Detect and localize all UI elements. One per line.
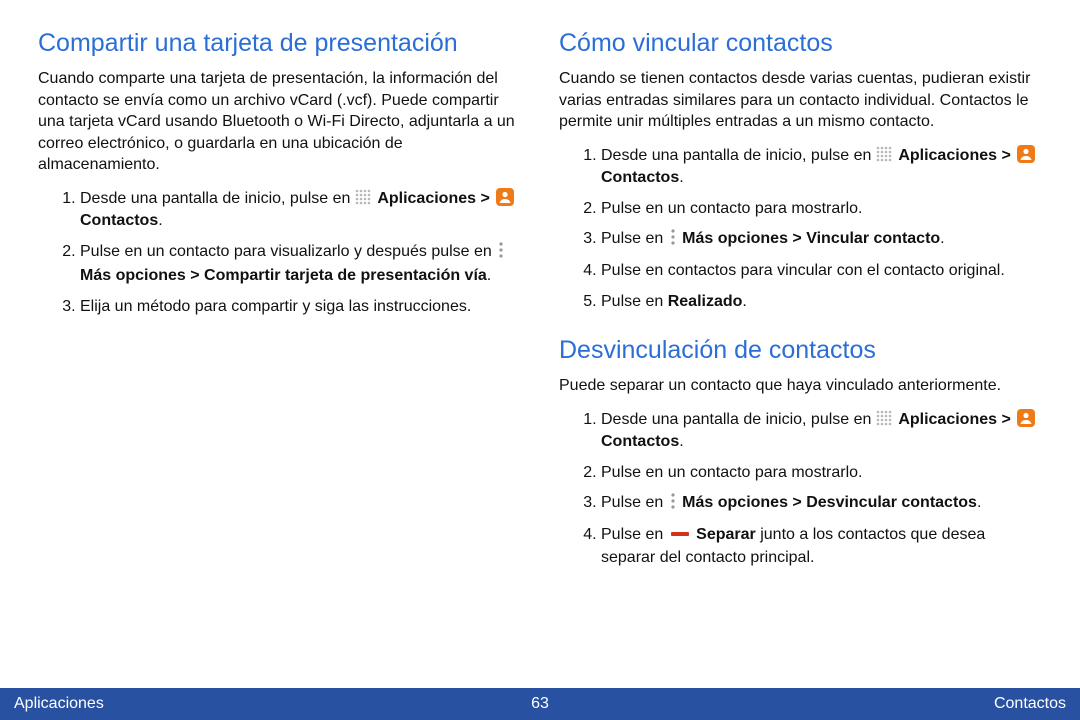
list-item: Pulse en Separar junto a los contactos q… bbox=[601, 524, 1042, 569]
step-text: Pulse en bbox=[601, 494, 668, 511]
bold-separate: Separar bbox=[696, 526, 756, 543]
contacts-icon bbox=[1017, 145, 1035, 163]
step-text: Desde una pantalla de inicio, pulse en bbox=[601, 411, 876, 428]
list-item: Pulse en un contacto para mostrarlo. bbox=[601, 198, 1042, 220]
list-item: Desde una pantalla de inicio, pulse en A… bbox=[80, 188, 521, 233]
list-item: Pulse en un contacto para mostrarlo. bbox=[601, 462, 1042, 484]
more-options-icon bbox=[498, 242, 504, 265]
apps-grid-icon bbox=[876, 410, 892, 426]
steps-unlink-contacts: Desde una pantalla de inicio, pulse en A… bbox=[559, 409, 1042, 569]
step-text: Desde una pantalla de inicio, pulse en bbox=[601, 147, 876, 164]
right-column: Cómo vincular contactos Cuando se tienen… bbox=[559, 28, 1042, 680]
bold-path: Más opciones > Compartir tarjeta de pres… bbox=[80, 267, 487, 284]
bold-path: Más opciones > Vincular contacto bbox=[682, 230, 940, 247]
heading-unlink-contacts: Desvinculación de contactos bbox=[559, 335, 1042, 365]
more-options-icon bbox=[670, 229, 676, 252]
step-text: Pulse en bbox=[601, 526, 668, 543]
list-item: Pulse en un contacto para visualizarlo y… bbox=[80, 241, 521, 288]
list-item: Desde una pantalla de inicio, pulse en A… bbox=[601, 409, 1042, 454]
period-text: . bbox=[679, 169, 683, 186]
list-item: Elija un método para compartir y siga la… bbox=[80, 296, 521, 318]
list-item: Pulse en Realizado. bbox=[601, 291, 1042, 313]
apps-grid-icon bbox=[876, 146, 892, 162]
footer-topic-label: Contactos bbox=[715, 695, 1066, 713]
contacts-label: Contactos bbox=[601, 433, 679, 450]
step-text: Desde una pantalla de inicio, pulse en bbox=[80, 190, 355, 207]
steps-link-contacts: Desde una pantalla de inicio, pulse en A… bbox=[559, 145, 1042, 313]
period-text: . bbox=[940, 230, 944, 247]
apps-label: Aplicaciones > bbox=[377, 190, 494, 207]
left-column: Compartir una tarjeta de presentación Cu… bbox=[38, 28, 521, 680]
step-text: Pulse en bbox=[601, 293, 668, 310]
period-text: . bbox=[487, 267, 491, 284]
period-text: . bbox=[977, 494, 981, 511]
contacts-icon bbox=[496, 188, 514, 206]
step-text: Pulse en un contacto para visualizarlo y… bbox=[80, 243, 496, 260]
intro-unlink-contacts: Puede separar un contacto que haya vincu… bbox=[559, 375, 1042, 397]
minus-icon bbox=[671, 532, 689, 536]
period-text: . bbox=[742, 293, 746, 310]
heading-link-contacts: Cómo vincular contactos bbox=[559, 28, 1042, 58]
apps-grid-icon bbox=[355, 189, 371, 205]
list-item: Pulse en contactos para vincular con el … bbox=[601, 260, 1042, 282]
intro-link-contacts: Cuando se tienen contactos desde varias … bbox=[559, 68, 1042, 133]
contacts-label: Contactos bbox=[601, 169, 679, 186]
list-item: Pulse en Más opciones > Vincular contact… bbox=[601, 228, 1042, 252]
page-number: 63 bbox=[365, 695, 716, 713]
period-text: . bbox=[679, 433, 683, 450]
bold-path: Más opciones > Desvincular contactos bbox=[682, 494, 977, 511]
heading-share-card: Compartir una tarjeta de presentación bbox=[38, 28, 521, 58]
period-text: . bbox=[158, 212, 162, 229]
list-item: Desde una pantalla de inicio, pulse en A… bbox=[601, 145, 1042, 190]
steps-share-card: Desde una pantalla de inicio, pulse en A… bbox=[38, 188, 521, 318]
contacts-icon bbox=[1017, 409, 1035, 427]
contacts-label: Contactos bbox=[80, 212, 158, 229]
step-text: Pulse en bbox=[601, 230, 668, 247]
intro-share-card: Cuando comparte una tarjeta de presentac… bbox=[38, 68, 521, 176]
footer-section-label: Aplicaciones bbox=[14, 695, 365, 713]
apps-label: Aplicaciones > bbox=[898, 411, 1015, 428]
list-item: Pulse en Más opciones > Desvincular cont… bbox=[601, 492, 1042, 516]
apps-label: Aplicaciones > bbox=[898, 147, 1015, 164]
more-options-icon bbox=[670, 493, 676, 516]
page-footer: Aplicaciones 63 Contactos bbox=[0, 688, 1080, 720]
bold-done: Realizado bbox=[668, 293, 743, 310]
